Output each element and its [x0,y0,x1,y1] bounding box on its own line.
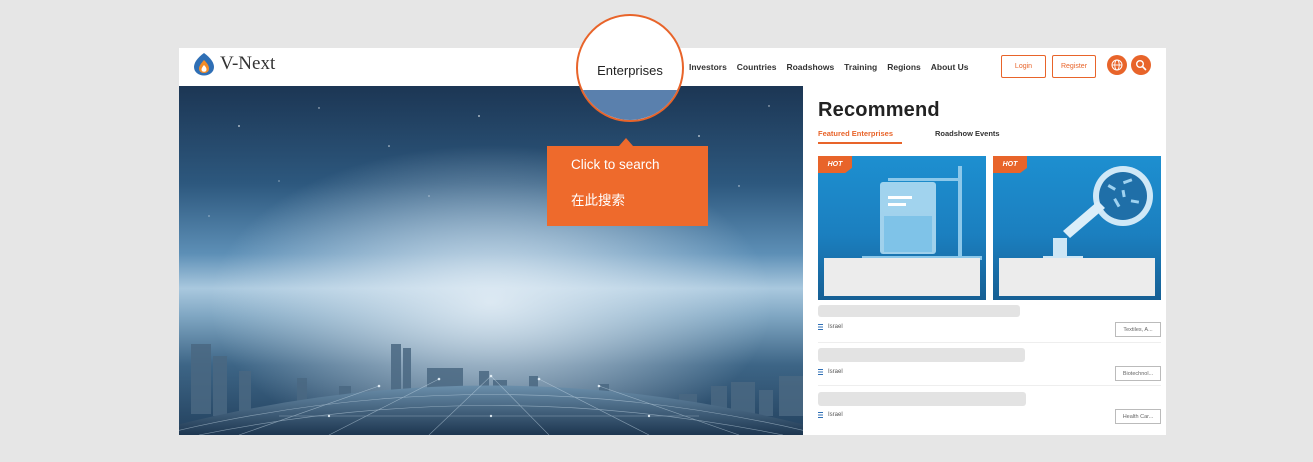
globe-icon [1111,59,1123,71]
location-text: Israel [828,412,843,418]
nav-item-roadshows[interactable]: Roadshows [786,62,834,72]
recommend-panel: Recommend Featured Enterprises Roadshow … [803,86,1166,435]
item-title-placeholder [818,305,1020,317]
search-hint-tooltip: Click to search 在此搜索 [547,146,708,226]
recommend-title: Recommend [818,99,940,121]
card-caption-box [824,258,980,296]
search-button[interactable] [1131,55,1151,75]
nav-item-enterprises[interactable]: Enterprises [578,63,682,78]
divider [818,342,1161,343]
language-button[interactable] [1107,55,1127,75]
tab-featured-enterprises[interactable]: Featured Enterprises [818,129,893,138]
tooltip-line-english: Click to search [571,157,660,172]
hero-city-globe-image [179,86,803,435]
hot-badge: HOT [818,156,852,173]
enterprise-card[interactable]: HOT [993,156,1161,300]
item-title-placeholder [818,392,1026,406]
register-button[interactable]: Register [1052,55,1096,78]
logo[interactable]: V-Next [193,52,275,76]
search-icon [1136,60,1147,71]
nav-item-regions[interactable]: Regions [887,62,921,72]
login-button[interactable]: Login [1001,55,1046,78]
logo-flame-icon [194,53,214,76]
location-text: Israel [828,324,843,330]
divider [818,385,1161,386]
enterprises-spotlight[interactable]: Enterprises [576,14,684,122]
hero-banner [179,86,803,435]
tab-roadshow-events[interactable]: Roadshow Events [935,129,1000,138]
location-pin-icon [818,412,823,418]
list-item-location: Israel [818,324,843,330]
industry-tag[interactable]: Health Car... [1115,409,1161,424]
item-title-placeholder [818,348,1025,362]
industry-tag[interactable]: Biotechnol... [1115,366,1161,381]
tooltip-arrow [619,138,633,146]
enterprise-card[interactable]: HOT [818,156,986,300]
brand-name: V-Next [220,53,276,74]
active-tab-indicator [818,142,902,144]
card-caption-box [999,258,1155,296]
main-nav: Investors Countries Roadshows Training R… [689,48,979,86]
nav-item-about-us[interactable]: About Us [931,62,969,72]
nav-item-investors[interactable]: Investors [689,62,727,72]
hot-badge: HOT [993,156,1027,173]
location-pin-icon [818,369,823,375]
list-item-location: Israel [818,369,843,375]
nav-item-training[interactable]: Training [844,62,877,72]
tooltip-line-chinese: 在此搜索 [571,193,625,208]
location-pin-icon [818,324,823,330]
spotlight-hero-strip [578,90,682,120]
list-item-location: Israel [818,412,843,418]
nav-item-countries[interactable]: Countries [737,62,777,72]
industry-tag[interactable]: Textiles, A... [1115,322,1161,337]
location-text: Israel [828,369,843,375]
